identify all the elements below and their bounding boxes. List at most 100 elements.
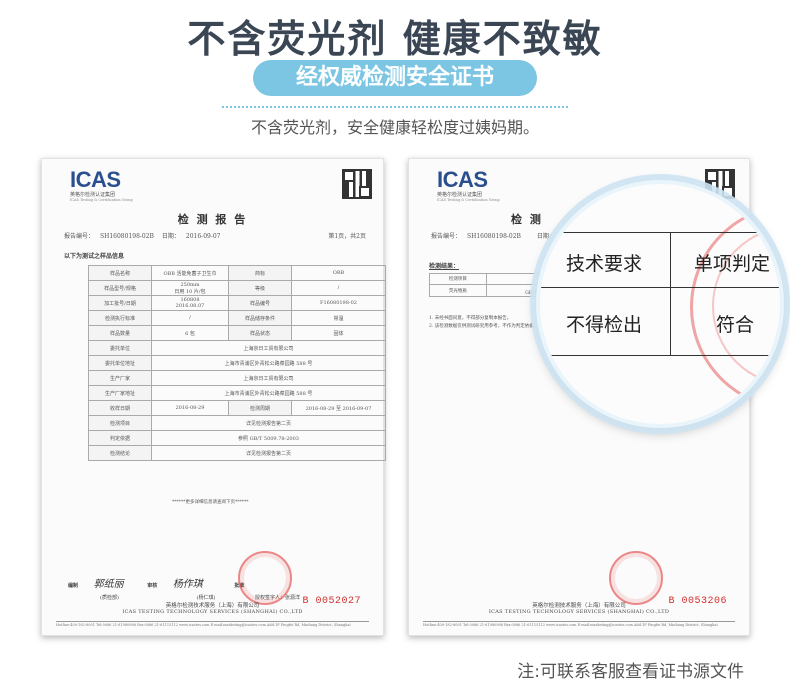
table-value-cell: 6 包 [151, 325, 229, 341]
table-label-cell: 加工批号/日期 [88, 295, 152, 311]
certificate-pill-banner: 经权威检测安全证书 [253, 60, 537, 96]
magnifier-zoom: 技术要求 单项判定 不得检出 符合 [536, 180, 784, 428]
grid-divider-vertical [670, 233, 671, 355]
qr-code-icon [342, 169, 372, 199]
report-no-label: 报告编号： [431, 233, 462, 240]
table-row: 收样日期 2016-08-29 检测周期 2016-08-29 至 2016-09-0… [88, 400, 386, 416]
report-no: SH16080198-02B [100, 233, 154, 240]
table-value-cell: 2016-08-29 [151, 400, 229, 416]
table-row: 检测执行标准 / 样品储存条件 常温 [88, 310, 386, 326]
table-value-cell: 上海京日工贸有限公司 [151, 340, 386, 356]
review-signature: 杨作琪 [172, 579, 203, 590]
table-value-cell: 上海京日工贸有限公司 [151, 370, 386, 386]
results-header-item: 检测项目 [429, 273, 487, 285]
table-value-cell: 250mm 日用 10 片/包 [151, 280, 229, 296]
icas-logo-subtitle: 英格尔检测认证集团 [70, 192, 116, 198]
table-value-cell: OBB 活能免菌子卫生巾 [151, 265, 229, 281]
report-notes: 1. 未经书面同意，不得部分复制本报告。 2. 该检测数据仅供测试研究用参考，不… [429, 315, 538, 331]
table-value-cell: F16080198-02 [291, 295, 386, 311]
table-label-cell: 检测周期 [228, 400, 292, 416]
company-name-en: ICAS TESTING TECHNOLOGY SERVICES (SHANGH… [122, 609, 303, 615]
company-name-cn: 英格尔检测技术服务（上海）有限公司 [532, 603, 626, 609]
icas-logo-subtitle: 英格尔检测认证集团 [437, 192, 483, 198]
table-value-cell: 详见检测报告第二页 [151, 415, 386, 431]
grid-divider-horizontal [540, 287, 780, 288]
results-label: 检测结果： [429, 263, 460, 270]
table-row: 样品数量 6 包样品状态 固体 [88, 325, 386, 341]
table-row: 加工批号/日期 160808 2016.08.07 样品编号 F16080198-02 [88, 295, 386, 311]
table-row: 委托单位 上海京日工贸有限公司 [88, 340, 386, 356]
table-row: 样品名称 OBB 活能免菌子卫生巾 商标 OBB [88, 265, 386, 281]
official-seal-stamp [238, 551, 292, 605]
report-footnote: ******更多详细信息请查阅下页****** [172, 500, 249, 505]
table-value-cell: 上海市青浦区外青松公路菜园路 588 号 [151, 385, 386, 401]
compile-signature: 郭纸丽 [93, 579, 124, 590]
icas-logo-tagline: ICAS Testing & Certification Group [70, 198, 133, 202]
table-value-cell: / [151, 310, 229, 326]
table-value-cell: 固体 [291, 325, 386, 341]
table-value-cell: / [291, 280, 386, 296]
not-detected-value: 不得检出 [566, 314, 643, 336]
table-row: 生产厂家地址 上海市青浦区外青松公路菜园路 588 号 [88, 385, 386, 401]
table-value-cell: 参照 GB/T 5009.78-2003 [151, 430, 386, 446]
table-label-cell: 样品储存条件 [228, 310, 292, 326]
table-label-cell: 样品状态 [228, 325, 292, 341]
report-note: 1. 未经书面同意，不得部分复制本报告。 [429, 316, 512, 321]
company-name-en: ICAS TESTING TECHNOLOGY SERVICES (SHANGH… [488, 609, 670, 615]
table-row: 生产厂家 上海京日工贸有限公司 [88, 370, 386, 386]
table-value-cell: 160808 2016.08.07 [151, 295, 229, 311]
item-judgement-header: 单项判定 [694, 253, 771, 275]
report-no-label: 报告编号： [64, 233, 95, 240]
table-row: 样品型号/规格 250mm 日用 10 片/包 等级 / [88, 280, 386, 296]
table-label-cell: 委托单位地址 [88, 355, 152, 371]
report-date: 2016-09-07 [185, 233, 221, 240]
icas-logo-tagline: ICAS Testing & Certification Group [437, 198, 500, 202]
review-label: 审核 [147, 583, 158, 589]
table-label-cell: 商标 [228, 265, 292, 281]
table-label-cell: 委托单位 [88, 340, 152, 356]
table-label-cell: 检测结论 [88, 445, 152, 461]
report-note: 2. 该检测数据仅供测试研究用参考，不作为判定依据。 [429, 324, 539, 329]
table-label-cell: 生产厂家地址 [88, 385, 152, 401]
table-label-cell: 生产厂家 [88, 370, 152, 386]
report-meta-line: 报告编号： SH16080198-02B 日期： 2016-09-07 第1页，共2… [64, 231, 366, 240]
icas-logo-text: ICAS [70, 167, 121, 192]
table-value-cell: 常温 [291, 310, 386, 326]
table-label-cell: 收样日期 [88, 400, 152, 416]
table-label-cell: 检测项目 [88, 415, 152, 431]
dotted-divider [222, 106, 568, 108]
report-no: SH16080198-02B [467, 233, 521, 240]
official-seal-stamp [609, 551, 663, 605]
contact-strip: Hotline:400-182-8001 Tel:0086 21-6198098… [56, 621, 369, 627]
results-item: 荧光物质 [429, 284, 487, 297]
table-row: 检测项目 详见检测报告第二页 [88, 415, 386, 431]
conform-value: 符合 [716, 314, 755, 336]
icas-logo: ICAS 英格尔检测认证集团 ICAS Testing & Certificat… [70, 167, 133, 202]
table-value-cell: 详见检测报告第二页 [151, 445, 386, 461]
page-indicator: 第1页，共2页 [328, 233, 366, 240]
compile-label: 编制 [68, 583, 79, 589]
company-footer: 英格尔检测技术服务（上海）有限公司 ICAS TESTING TECHNOLOG… [42, 601, 383, 615]
contact-note: 注:可联系客服查看证书源文件 [517, 662, 744, 682]
table-label-cell: 样品名称 [88, 265, 152, 281]
table-row: 委托单位地址 上海市青浦区外青松公路菜园路 588 号 [88, 355, 386, 371]
company-name-cn: 英格尔检测技术服务（上海）有限公司 [165, 603, 260, 609]
table-label-cell: 样品数量 [88, 325, 152, 341]
table-value-cell: 2016-08-29 至 2016-09-07 [291, 400, 386, 416]
subtitle: 不含荧光剂，安全健康轻松度过姨妈期。 [250, 118, 539, 137]
headline: 不含荧光剂 健康不致敏 [187, 17, 603, 61]
report-title: 检 测 报 告 [177, 213, 248, 226]
icas-logo: ICAS 英格尔检测认证集团 ICAS Testing & Certificat… [437, 167, 500, 202]
table-value-cell: 上海市青浦区外青松公路菜园路 588 号 [151, 355, 386, 371]
table-label-cell: 样品型号/规格 [88, 280, 152, 296]
date-label: 日期： [161, 233, 180, 240]
table-label-cell: 样品编号 [228, 295, 292, 311]
test-report-page-1: ICAS 英格尔检测认证集团 ICAS Testing & Certificat… [41, 158, 386, 636]
tech-requirement-header: 技术要求 [566, 253, 643, 275]
table-row: 检测结论 详见检测报告第二页 [88, 445, 386, 461]
table-row: 判定依据 参照 GB/T 5009.78-2003 [88, 430, 386, 446]
table-value-cell: OBB [291, 265, 386, 281]
table-label-cell: 等级 [228, 280, 292, 296]
icas-logo-text: ICAS [437, 167, 488, 192]
contact-strip: Hotline:400-182-8001 Tel:0086 21-6198098… [423, 621, 735, 627]
